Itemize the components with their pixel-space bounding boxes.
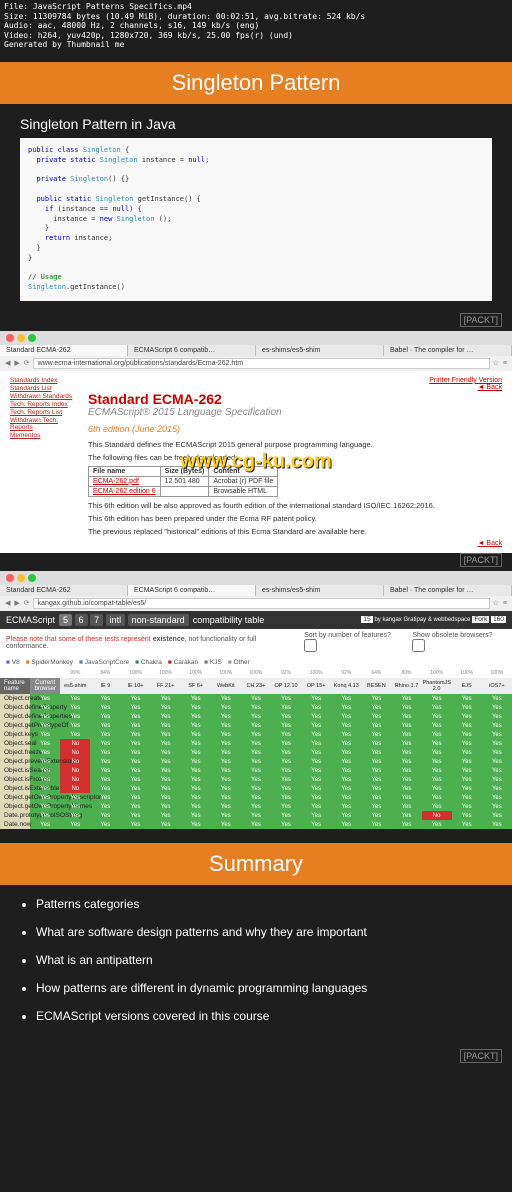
download-link[interactable]: ECMA-262 edition 6 <box>93 488 156 495</box>
watermark: www.cg-ku.com <box>180 450 332 473</box>
browser-tab[interactable]: Babel · The compiler for … <box>384 345 512 356</box>
sidenav-link[interactable]: Withdrawn Tech. Reports <box>10 417 80 431</box>
summary-item: How patterns are different in dynamic pr… <box>36 981 492 995</box>
es-version-tab[interactable]: non-standard <box>128 614 189 626</box>
close-icon[interactable] <box>6 334 14 342</box>
feature-name[interactable]: Object.isFrozen <box>0 775 30 784</box>
menu-icon[interactable]: ≡ <box>502 600 508 607</box>
ecma-title: Standard ECMA-262 <box>88 391 502 407</box>
maximize-icon[interactable] <box>28 334 36 342</box>
compat-header: ECMAScript 5 6 7 intl non-standard compa… <box>0 611 512 629</box>
back-icon[interactable]: ◀ <box>4 359 11 367</box>
es-version-tab[interactable]: intl <box>106 614 126 626</box>
feature-name[interactable]: Date.prototype.toISOString <box>0 811 30 820</box>
sidenav-link[interactable]: Standards Index <box>10 377 80 384</box>
packt-logo: [PACKT] <box>0 313 512 331</box>
printer-friendly-link[interactable]: Printer Friendly Version <box>88 377 502 384</box>
feature-name[interactable]: Object.keys <box>0 730 30 739</box>
summary-item: ECMAScript versions covered in this cour… <box>36 1009 492 1023</box>
download-link[interactable]: ECMA-262.pdf <box>93 478 139 485</box>
ecma-subtitle: ECMAScript® 2015 Language Specification <box>88 407 502 418</box>
close-icon[interactable] <box>6 574 14 582</box>
sidenav-link[interactable]: Mementos <box>10 432 80 439</box>
browser-tab[interactable]: Standard ECMA-262 <box>0 585 128 596</box>
forward-icon[interactable]: ▶ <box>13 359 20 367</box>
browser-compat: Standard ECMA-262ECMAScript 6 compatib…e… <box>0 571 512 829</box>
feature-name[interactable]: Object.create <box>0 694 30 703</box>
star-icon[interactable]: ☆ <box>492 599 500 607</box>
back-icon[interactable]: ◀ <box>4 599 11 607</box>
browser-ecma: Standard ECMA-262ECMAScript 6 compatib…e… <box>0 331 512 553</box>
sidenav-link[interactable]: Standards List <box>10 385 80 392</box>
browser-tab[interactable]: Babel · The compiler for … <box>384 585 512 596</box>
url-input[interactable]: www.ecma-international.org/publications/… <box>33 358 490 369</box>
summary-item: What are software design patterns and wh… <box>36 925 492 939</box>
ecma-sidenav: Standards IndexStandards ListWithdrawn S… <box>10 377 80 547</box>
reload-icon[interactable]: ⟳ <box>23 599 31 607</box>
star-icon[interactable]: ☆ <box>492 359 500 367</box>
sort-checkbox[interactable] <box>304 639 317 652</box>
packt-logo: [PACKT] <box>0 553 512 571</box>
feature-name[interactable]: Object.getOwnPropertyDescriptor <box>0 793 30 802</box>
menu-icon[interactable]: ≡ <box>502 360 508 367</box>
browser-tab[interactable]: ECMAScript 6 compatib… <box>128 585 256 596</box>
feature-name[interactable]: Object.defineProperty <box>0 703 30 712</box>
es-version-tab[interactable]: 7 <box>90 614 103 626</box>
feature-name[interactable]: Object.isSealed <box>0 766 30 775</box>
back-link[interactable]: ◄ Back <box>88 540 502 547</box>
feature-name[interactable]: Object.getOwnPropertyNames <box>0 802 30 811</box>
browser-tab[interactable]: es-shims/es5-shim <box>256 345 384 356</box>
minimize-icon[interactable] <box>17 574 25 582</box>
summary-item: What is an antipattern <box>36 953 492 967</box>
browser-tab[interactable]: ECMAScript 6 compatib… <box>128 345 256 356</box>
sidenav-link[interactable]: Tech. Reports List <box>10 409 80 416</box>
feature-name[interactable]: Object.isExtensible <box>0 784 30 793</box>
slide-title: Singleton Pattern <box>0 62 512 104</box>
feature-name[interactable]: Object.preventExtensions <box>0 757 30 766</box>
forward-icon[interactable]: ▶ <box>13 599 20 607</box>
reload-icon[interactable]: ⟳ <box>23 359 31 367</box>
es-version-tab[interactable]: 5 <box>59 614 72 626</box>
summary-title: Summary <box>0 843 512 885</box>
compat-table: 99%84%100%100%100%100%100%92%100%92%64%8… <box>0 668 512 829</box>
ecma-edition: 6th edition (June 2015) <box>88 424 502 434</box>
browser-tab[interactable]: es-shims/es5-shim <box>256 585 384 596</box>
summary-item: Patterns categories <box>36 897 492 911</box>
browser-tab[interactable]: Standard ECMA-262 <box>0 345 128 356</box>
code-block: public class Singleton { private static … <box>20 138 492 301</box>
feature-name[interactable]: Date.now <box>0 820 30 829</box>
feature-name[interactable]: Object.freeze <box>0 748 30 757</box>
sidenav-link[interactable]: Withdrawn Standards <box>10 393 80 400</box>
summary-list: Patterns categories What are software des… <box>0 885 512 1049</box>
feature-name[interactable]: Object.getPrototypeOf <box>0 721 30 730</box>
sidenav-link[interactable]: Tech. Reports Index <box>10 401 80 408</box>
feature-name[interactable]: Object.defineProperties <box>0 712 30 721</box>
back-link[interactable]: ◄ Back <box>88 384 502 391</box>
slide-subtitle: Singleton Pattern in Java <box>0 104 512 138</box>
here-link[interactable]: here <box>350 527 365 536</box>
video-metadata: File: JavaScript Patterns Specifics.mp4 … <box>0 0 512 52</box>
feature-name[interactable]: Object.seal <box>0 739 30 748</box>
obsolete-checkbox[interactable] <box>412 639 425 652</box>
url-input[interactable]: kangax.github.io/compat-table/es5/ <box>33 598 490 609</box>
es-version-tab[interactable]: 6 <box>75 614 88 626</box>
maximize-icon[interactable] <box>28 574 36 582</box>
packt-logo: [PACKT] <box>0 1049 512 1067</box>
fork-button[interactable]: Fork <box>472 616 489 623</box>
minimize-icon[interactable] <box>17 334 25 342</box>
